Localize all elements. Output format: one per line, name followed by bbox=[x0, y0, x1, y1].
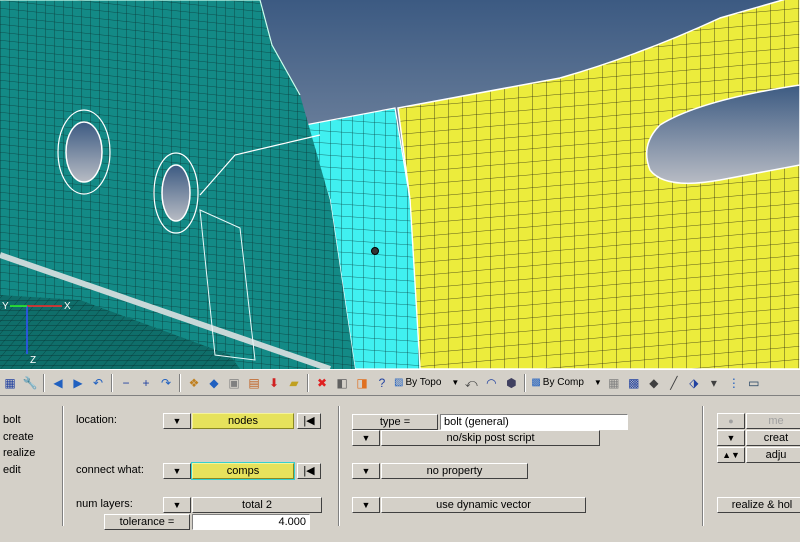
zoom-out-icon[interactable]: − bbox=[118, 375, 134, 391]
post-script-selector[interactable]: no/skip post script bbox=[381, 430, 600, 446]
mesh-shaded-icon[interactable]: ▩ bbox=[626, 375, 642, 391]
chevron-down-icon: ▼ bbox=[451, 378, 460, 387]
loads-icon[interactable]: ⬇ bbox=[266, 375, 282, 391]
show-icon[interactable]: ◨ bbox=[354, 375, 370, 391]
help-icon[interactable]: ? bbox=[374, 375, 390, 391]
graphics-viewport[interactable]: X Y Z bbox=[0, 0, 800, 369]
property-dropdown[interactable]: ▼ bbox=[352, 463, 380, 479]
reset-icon: |◀ bbox=[303, 465, 315, 477]
components-icon[interactable]: ❖ bbox=[186, 375, 202, 391]
materials-icon[interactable]: ▤ bbox=[246, 375, 262, 391]
create-dropdown[interactable]: ▼ bbox=[717, 430, 745, 446]
monitor-icon[interactable]: ▭ bbox=[746, 375, 762, 391]
menu-bolt[interactable]: bolt bbox=[3, 414, 21, 426]
grid-view-icon[interactable]: ▦ bbox=[2, 375, 18, 391]
mask-icon[interactable]: ◧ bbox=[334, 375, 350, 391]
tolerance-input[interactable]: 4.000 bbox=[192, 514, 310, 530]
reset-icon: |◀ bbox=[303, 415, 315, 427]
redo-icon[interactable]: ↷ bbox=[158, 375, 174, 391]
folder-icon[interactable]: ▰ bbox=[286, 375, 302, 391]
rotate-right-icon[interactable]: ▶ bbox=[70, 375, 86, 391]
mesh-model: X Y Z bbox=[0, 0, 800, 369]
location-selector[interactable]: nodes bbox=[192, 413, 294, 429]
connect-what-label: connect what: bbox=[76, 464, 144, 476]
post-script-dropdown[interactable]: ▼ bbox=[352, 430, 380, 446]
chevron-down-icon: ▼ bbox=[726, 433, 736, 443]
mesh-wire-icon[interactable]: ▦ bbox=[606, 375, 622, 391]
surface-icon[interactable]: ◠ bbox=[483, 375, 499, 391]
solid-icon[interactable]: ⬢ bbox=[503, 375, 519, 391]
axis-y-label: Y bbox=[2, 301, 9, 312]
tolerance-button[interactable]: tolerance = bbox=[104, 514, 190, 530]
chevron-down-icon: ▼ bbox=[172, 466, 182, 476]
chevron-down-icon: ▼ bbox=[593, 378, 602, 387]
type-field[interactable]: bolt (general) bbox=[440, 414, 628, 430]
realize-hold-button[interactable]: realize & hol bbox=[717, 497, 800, 513]
adjust-button[interactable]: adju bbox=[746, 447, 800, 463]
properties-icon[interactable]: ▣ bbox=[226, 375, 242, 391]
main-toolbar: ▦ 🔧 ◀ ▶ ↶ − + ↷ ❖ ◆ ▣ ▤ ⬇ ▰ ✖ ◧ ◨ ? ▧ By… bbox=[0, 369, 800, 396]
comp-color-icon: ▩ bbox=[531, 377, 541, 388]
connect-selector[interactable]: comps bbox=[191, 462, 295, 480]
element-icon[interactable]: ▾ bbox=[706, 375, 722, 391]
assemblies-icon[interactable]: ◆ bbox=[206, 375, 222, 391]
vector-selector[interactable]: use dynamic vector bbox=[381, 497, 586, 513]
me-dropdown[interactable]: ● bbox=[717, 413, 745, 429]
location-label: location: bbox=[76, 414, 117, 426]
type-button[interactable]: type = bbox=[352, 414, 438, 430]
delete-icon[interactable]: ✖ bbox=[314, 375, 330, 391]
shrink-icon[interactable]: ⬗ bbox=[686, 375, 702, 391]
chevron-down-icon: ▼ bbox=[172, 500, 182, 510]
feature-lines-icon[interactable]: ◆ bbox=[646, 375, 662, 391]
menu-realize[interactable]: realize bbox=[3, 447, 35, 459]
connect-reset-button[interactable]: |◀ bbox=[297, 463, 321, 479]
wrench-icon[interactable]: 🔧 bbox=[22, 375, 38, 391]
topo-dropdown[interactable]: ▧ By Topo ▼ bbox=[394, 377, 459, 388]
property-selector[interactable]: no property bbox=[381, 463, 528, 479]
undo-icon[interactable]: ↶ bbox=[90, 375, 106, 391]
zoom-in-icon[interactable]: + bbox=[138, 375, 154, 391]
node-marker bbox=[371, 247, 379, 255]
comp-dropdown[interactable]: ▩ By Comp ▼ bbox=[531, 377, 602, 388]
vector-dropdown[interactable]: ▼ bbox=[352, 497, 380, 513]
disabled-icon: ● bbox=[728, 416, 734, 426]
chevron-down-icon: ▼ bbox=[361, 466, 371, 476]
curve-icon[interactable]: ⤺ bbox=[463, 375, 479, 391]
bolt-panel: bolt create realize edit location: ▼ nod… bbox=[0, 396, 800, 542]
num-layers-selector[interactable]: total 2 bbox=[192, 497, 322, 513]
axis-x-label: X bbox=[64, 301, 71, 312]
menu-edit[interactable]: edit bbox=[3, 464, 21, 476]
chevron-down-icon: ▼ bbox=[172, 416, 182, 426]
location-reset-button[interactable]: |◀ bbox=[297, 413, 321, 429]
menu-create[interactable]: create bbox=[3, 431, 34, 443]
updown-icon: ▲▼ bbox=[722, 450, 740, 460]
me-button[interactable]: me bbox=[746, 413, 800, 429]
rotate-left-icon[interactable]: ◀ bbox=[50, 375, 66, 391]
adjust-toggle[interactable]: ▲▼ bbox=[717, 447, 745, 463]
topo-icon: ▧ bbox=[394, 377, 404, 388]
connect-dropdown[interactable]: ▼ bbox=[163, 463, 191, 479]
chevron-down-icon: ▼ bbox=[361, 500, 371, 510]
chevron-down-icon: ▼ bbox=[361, 433, 371, 443]
num-layers-dropdown[interactable]: ▼ bbox=[163, 497, 191, 513]
element-types-icon[interactable]: ⋮ bbox=[726, 375, 742, 391]
line-icon[interactable]: ╱ bbox=[666, 375, 682, 391]
axis-z-label: Z bbox=[30, 355, 36, 366]
location-dropdown[interactable]: ▼ bbox=[163, 413, 191, 429]
num-layers-label: num layers: bbox=[76, 498, 133, 510]
create-button[interactable]: creat bbox=[746, 430, 800, 446]
